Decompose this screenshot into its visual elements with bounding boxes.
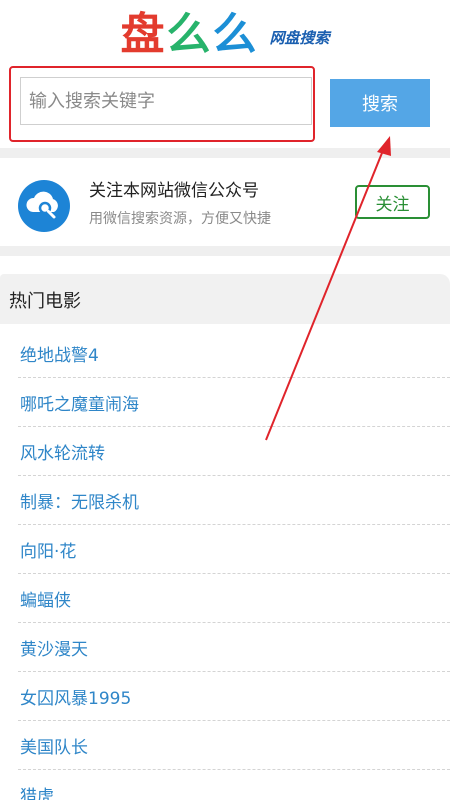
- list-item: 哪吒之魔童闹海: [18, 378, 450, 427]
- logo-char-2: 么: [166, 9, 213, 60]
- list-item: 美国队长: [18, 721, 450, 770]
- movie-link[interactable]: 女囚风暴1995: [20, 684, 131, 709]
- movie-link[interactable]: 向阳·花: [20, 537, 76, 562]
- list-item: 猎虎: [18, 770, 450, 800]
- search-input[interactable]: [20, 77, 312, 125]
- movie-list: 绝地战警4 哪吒之魔童闹海 风水轮流转 制暴：无限杀机 向阳·花 蝙蝠侠 黄沙漫…: [0, 329, 450, 800]
- movie-link[interactable]: 黄沙漫天: [20, 635, 88, 660]
- movie-link[interactable]: 猎虎: [20, 782, 54, 800]
- page: 盘么么 网盘搜索 搜索 关注本网站微信公众号 用微信搜索资源，方便又快捷 关注 …: [0, 0, 450, 800]
- logo-char-1: 盘: [120, 9, 167, 60]
- hot-movies-header: 热门电影: [0, 274, 450, 324]
- logo-char-3: 么: [212, 9, 259, 60]
- list-item: 风水轮流转: [18, 427, 450, 476]
- list-item: 制暴：无限杀机: [18, 476, 450, 525]
- cloud-search-icon: [18, 180, 70, 232]
- movie-link[interactable]: 风水轮流转: [20, 439, 105, 464]
- follow-title: 关注本网站微信公众号: [89, 181, 259, 201]
- list-item: 蝙蝠侠: [18, 574, 450, 623]
- logo-text: 盘么么: [120, 8, 258, 62]
- movie-link[interactable]: 哪吒之魔童闹海: [20, 390, 139, 415]
- follow-button[interactable]: 关注: [355, 185, 430, 219]
- logo-subtitle: 网盘搜索: [269, 29, 330, 47]
- list-item: 绝地战警4: [18, 329, 450, 378]
- section-title: 热门电影: [9, 291, 81, 312]
- site-logo[interactable]: 盘么么 网盘搜索: [0, 8, 450, 62]
- follow-subtitle: 用微信搜索资源，方便又快捷: [89, 211, 271, 227]
- movie-link[interactable]: 绝地战警4: [20, 341, 99, 366]
- follow-card: 关注本网站微信公众号 用微信搜索资源，方便又快捷 关注: [0, 160, 450, 244]
- search-button[interactable]: 搜索: [330, 79, 430, 127]
- search-bar: 搜索: [0, 66, 450, 146]
- list-item: 女囚风暴1995: [18, 672, 450, 721]
- movie-link[interactable]: 制暴：无限杀机: [20, 488, 139, 513]
- list-item: 向阳·花: [18, 525, 450, 574]
- divider: [0, 148, 450, 158]
- movie-link[interactable]: 美国队长: [20, 733, 88, 758]
- divider: [0, 246, 450, 256]
- movie-link[interactable]: 蝙蝠侠: [20, 586, 71, 611]
- list-item: 黄沙漫天: [18, 623, 450, 672]
